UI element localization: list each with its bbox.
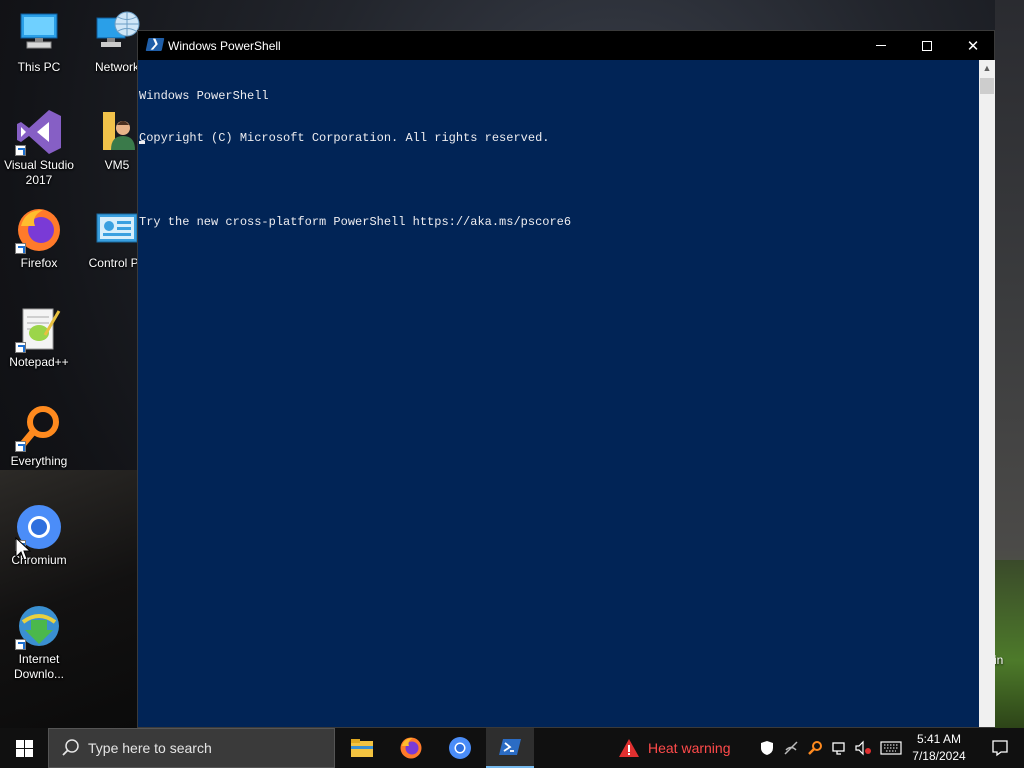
clock-date: 7/18/2024 [912,749,966,763]
window-title: Windows PowerShell [168,39,281,53]
network-icon[interactable] [830,739,848,757]
mouse-pointer-icon [15,537,31,561]
desktop-icon-label: Chromium [11,553,67,567]
close-icon: ✕ [966,36,980,55]
taskbar: Type here to search Heat warning 5:41 AM… [0,728,1024,768]
vertical-scrollbar[interactable]: ▲ [979,60,995,727]
desktop-icon-everything[interactable]: Everything [0,404,78,469]
keyboard-icon[interactable] [879,739,903,757]
firefox-icon [15,206,63,254]
heat-warning-icon [619,739,639,757]
windows-security-icon[interactable] [758,739,776,757]
shortcut-arrow-icon [15,145,26,156]
action-center-button[interactable] [976,728,1024,768]
clock-time: 5:41 AM [916,732,962,746]
desktop-icon-this-pc[interactable]: This PC [0,10,78,75]
minimize-icon [876,45,886,46]
desktop-icon-chromium[interactable]: Chromium [0,503,78,568]
taskbar-app-powershell[interactable] [486,728,534,768]
desktop-icon-label: Internet Downlo... [13,652,65,681]
minimize-button[interactable] [858,31,904,60]
scrollbar-thumb[interactable] [980,78,994,94]
search-icon [62,739,79,756]
shortcut-arrow-icon [15,342,26,353]
shortcut-arrow-icon [15,243,26,254]
window-titlebar[interactable]: Windows PowerShell ✕ [138,31,994,60]
maximize-icon [922,40,932,51]
close-button[interactable]: ✕ [950,31,996,60]
desktop-icon-notepad-plus-plus[interactable]: Notepad++ [0,305,78,370]
everything-tray-icon[interactable] [806,739,824,757]
search-placeholder: Type here to search [88,740,212,756]
start-button[interactable] [0,728,48,768]
file-explorer-icon [351,739,373,757]
desktop-icon-visual-studio[interactable]: Visual Studio 2017 [0,108,78,188]
desktop-edge-text: in [994,653,1004,667]
internet-download-manager-icon [15,602,63,650]
powershell-icon [145,38,165,51]
shortcut-arrow-icon [15,639,26,650]
desktop-icon-label: This PC [17,60,61,74]
text-cursor [139,141,145,144]
shortcut-arrow-icon [15,441,26,452]
scroll-up-icon[interactable]: ▲ [979,60,995,76]
notepad-plus-plus-icon [15,305,63,353]
volume-muted-icon[interactable] [854,739,872,757]
chromium-icon [449,737,471,759]
computer-icon [15,10,63,58]
heat-warning-widget[interactable]: Heat warning [618,728,748,768]
powershell-window[interactable]: Windows PowerShell ✕ Windows PowerShell … [137,30,995,728]
desktop-icon-label: Notepad++ [9,355,69,369]
desktop-icon-firefox[interactable]: Firefox [0,206,78,271]
control-panel-icon [93,206,141,254]
taskbar-app-chromium[interactable] [436,728,484,768]
taskbar-app-file-explorer[interactable] [338,728,386,768]
desktop-icon-label: Everything [10,454,68,468]
user-folder-icon [93,108,141,156]
network-globe-icon [93,10,141,58]
firefox-icon [400,737,422,759]
desktop-icon-internet-download-manager[interactable]: Internet Downlo... [0,602,78,682]
windows-logo-icon [15,739,33,757]
maximize-button[interactable] [904,31,950,60]
taskbar-clock[interactable]: 5:41 AM 7/18/2024 [906,731,972,765]
console-line: Windows PowerShell [139,89,269,103]
console-line: Try the new cross-platform PowerShell ht… [139,215,572,229]
taskbar-search-box[interactable]: Type here to search [48,728,335,768]
console-line: Copyright (C) Microsoft Corporation. All… [139,131,550,145]
network-disconnected-icon[interactable] [782,739,800,757]
desktop-icon-label: Firefox [20,256,58,270]
powershell-icon [499,739,521,755]
taskbar-app-firefox[interactable] [387,728,435,768]
heat-warning-label: Heat warning [648,740,731,756]
everything-search-icon [15,404,63,452]
notification-icon [992,740,1008,757]
console-output[interactable]: Windows PowerShell Copyright (C) Microso… [138,60,979,727]
visual-studio-icon [15,108,63,156]
desktop-icon-label: Visual Studio 2017 [4,158,74,187]
desktop-wallpaper-grass [995,560,1024,728]
